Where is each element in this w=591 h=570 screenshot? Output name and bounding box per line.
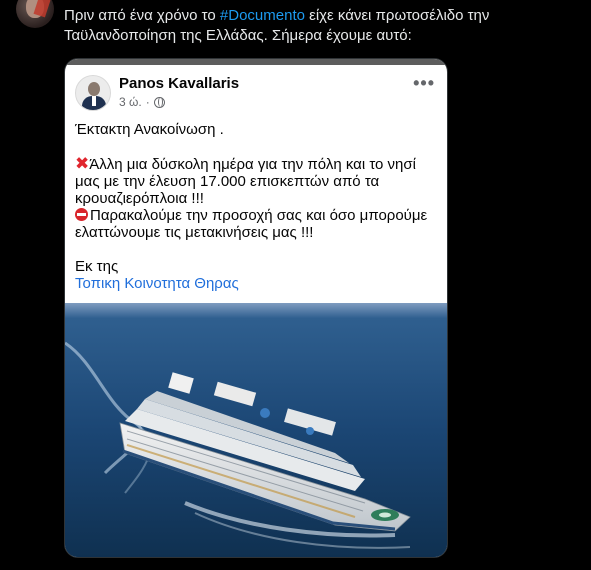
user-avatar[interactable] [16,0,54,28]
fb-author-avatar [75,75,111,111]
globe-icon [153,96,165,108]
fb-signature-link: Τοπικη Κοινοτητα Θηρας [75,275,239,292]
cruise-ship-illustration [65,303,447,557]
tweet-media-image[interactable]: Panos Kavallaris 3 ώ. · ••• Έκτακτη Ανακ… [64,58,448,558]
fb-post-body: Έκτακτη Ανακοίνωση . ✖Άλλη μια δύσκολη η… [75,121,440,292]
fb-post-paragraph-1: Άλλη μια δύσκολη ημέρα για την πόλη και … [75,156,416,207]
fb-post-time: 3 ώ. [119,95,142,109]
tweet-text-before: Πριν από ένα χρόνο το [64,7,220,24]
fb-post-signoff: Εκ της [75,258,119,275]
more-options-icon: ••• [413,73,435,93]
no-entry-icon [75,208,88,221]
media-top-strip [65,59,447,65]
hashtag-link[interactable]: #Documento [220,7,305,24]
fb-post-paragraph-2: Παρακαλούμε την προσοχή σας και όσο μπορ… [75,207,428,241]
fb-author-name: Panos Kavallaris [119,75,240,92]
cruise-ship-photo [65,303,447,557]
tweet-text: Πριν από ένα χρόνο το #Documento είχε κά… [64,6,569,46]
cross-mark-icon: ✖ [75,154,90,173]
tweet[interactable]: Πριν από ένα χρόνο το #Documento είχε κά… [0,0,591,570]
fb-post-meta: 3 ώ. · [119,95,165,109]
fb-post-heading: Έκτακτη Ανακοίνωση . [75,121,224,138]
